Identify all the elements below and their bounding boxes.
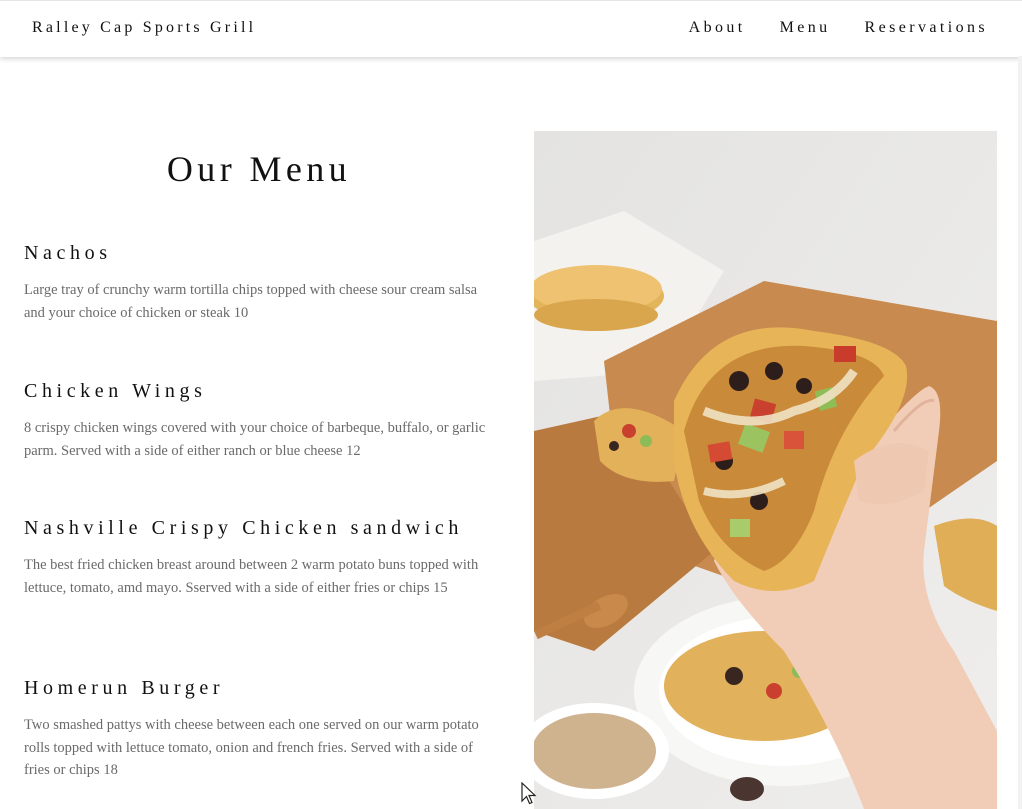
nav-link-about[interactable]: About [689, 19, 746, 37]
menu-item: Chicken Wings 8 crispy chicken wings cov… [24, 380, 494, 462]
taco-photo [534, 131, 997, 809]
page-title: Our Menu [166, 149, 352, 189]
brand-logo-text[interactable]: Ralley Cap Sports Grill [32, 19, 256, 37]
menu-item-name: Homerun Burger [24, 677, 225, 699]
nav-link-reservations[interactable]: Reservations [865, 19, 988, 37]
nav-link-menu[interactable]: Menu [780, 19, 831, 37]
menu-item-description: 8 crispy chicken wings covered with your… [24, 420, 486, 459]
menu-item: Nashville Crispy Chicken sandwich The be… [24, 517, 494, 599]
top-navbar: Ralley Cap Sports Grill About Menu Reser… [0, 0, 1022, 57]
menu-item-description: Two smashed pattys with cheese between e… [24, 717, 479, 778]
menu-item-name: Nashville Crispy Chicken sandwich [24, 517, 463, 539]
mouse-cursor-icon [521, 782, 537, 805]
scrollbar-track[interactable] [1018, 56, 1022, 809]
menu-item: Homerun Burger Two smashed pattys with c… [24, 677, 494, 782]
main-nav: About Menu Reservations [689, 19, 988, 37]
menu-item-description: Large tray of crunchy warm tortilla chip… [24, 282, 478, 321]
menu-item: Nachos Large tray of crunchy warm tortil… [24, 242, 494, 324]
taco-illustration [534, 131, 997, 809]
menu-item-name: Nachos [24, 242, 112, 264]
menu-item-name: Chicken Wings [24, 380, 207, 402]
menu-item-description: The best fried chicken breast around bet… [24, 557, 479, 596]
